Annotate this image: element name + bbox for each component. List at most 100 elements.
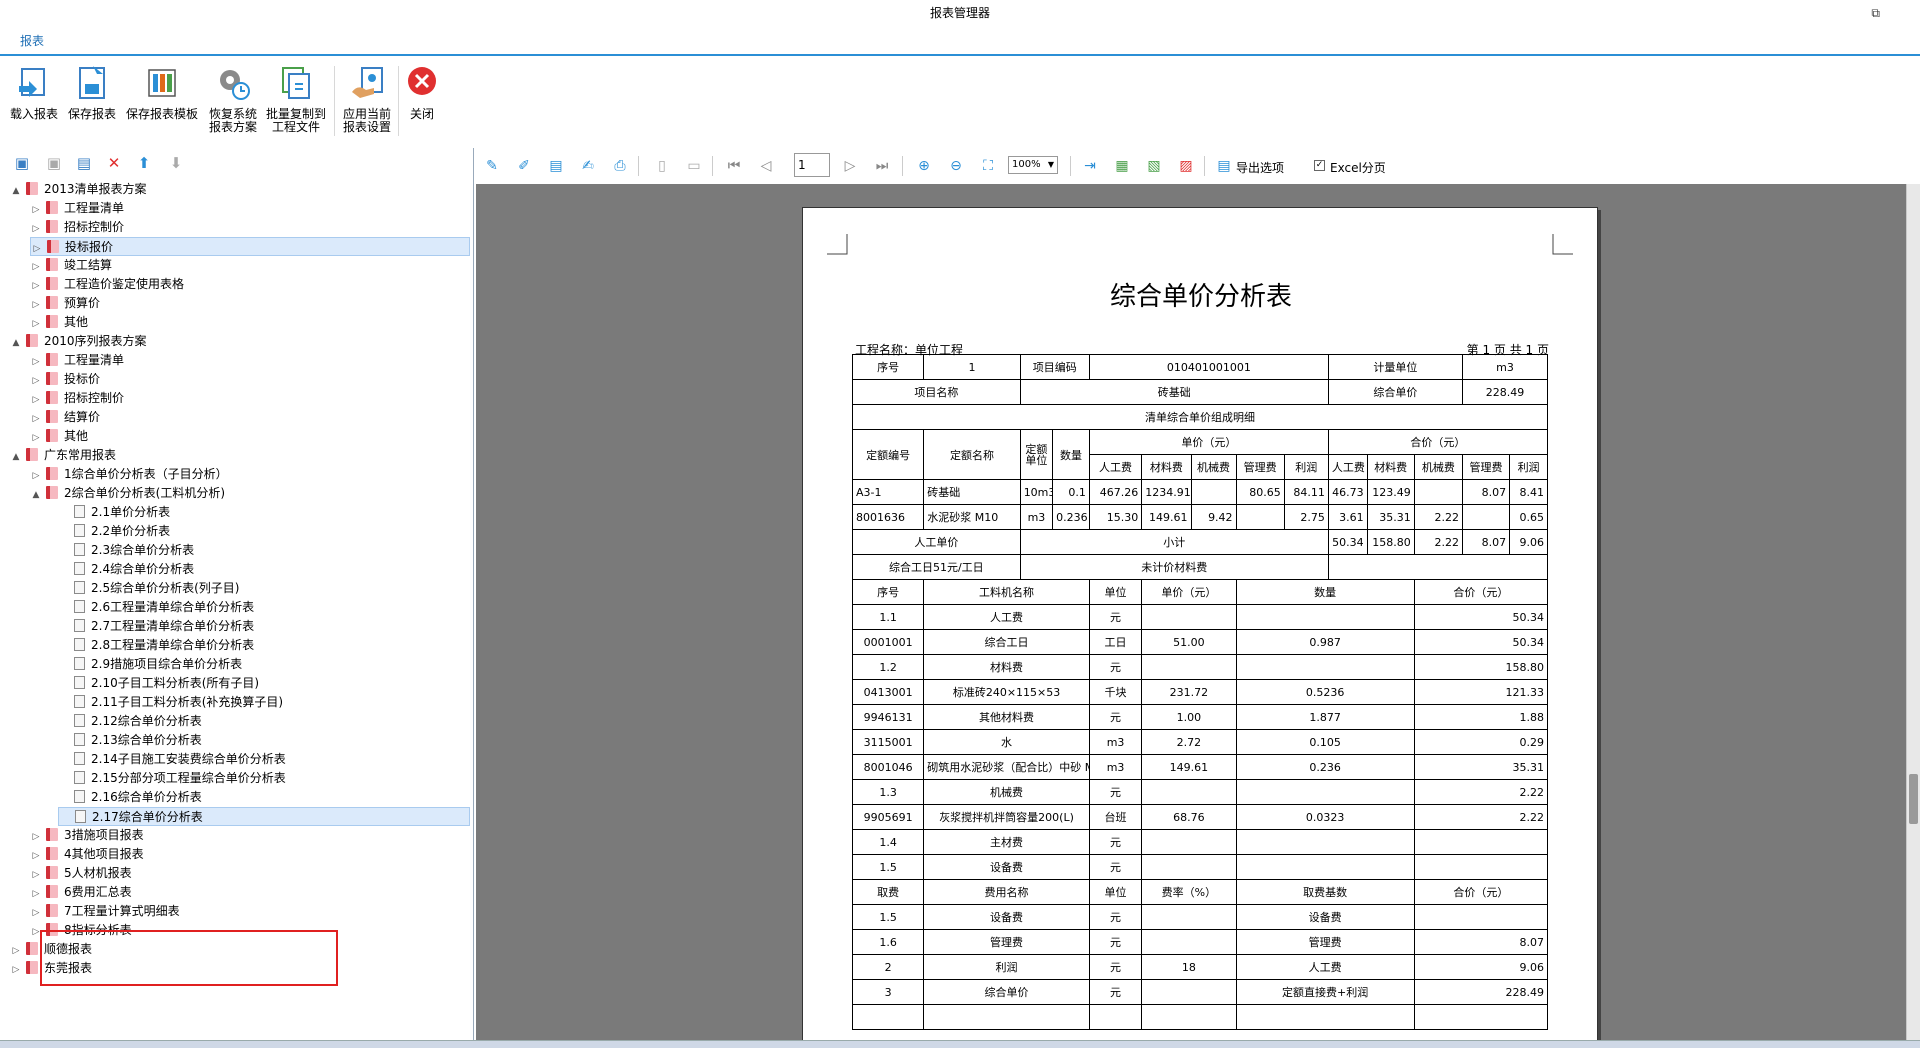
tree-item[interactable]: ▷ 6费用汇总表: [30, 883, 132, 902]
tree-item[interactable]: ▷ 其他: [30, 313, 88, 332]
collapse-arrow-icon[interactable]: ▲: [10, 182, 22, 201]
collapse-arrow-icon[interactable]: ▲: [30, 486, 42, 505]
tree-item[interactable]: 2.14子目施工安装费综合单价分析表: [58, 750, 286, 769]
tree-item[interactable]: ▷ 4其他项目报表: [30, 845, 144, 864]
add-folder-icon[interactable]: ▣: [14, 155, 30, 171]
page-number-input[interactable]: 1: [794, 153, 830, 177]
tree-item[interactable]: 2.8工程量清单综合单价分析表: [58, 636, 254, 655]
export-options-label[interactable]: 导出选项: [1236, 159, 1284, 176]
tree-item[interactable]: 2.1单价分析表: [58, 503, 170, 522]
tree-item[interactable]: ▷ 5人材机报表: [30, 864, 132, 883]
report-cell: 1.1: [851, 604, 925, 630]
tree-item[interactable]: ▷ 工程量清单: [30, 351, 124, 370]
report-cell: 0.1: [1052, 479, 1090, 505]
tree-item[interactable]: ▷ 竣工结算: [30, 256, 112, 275]
report-cell: 15.30: [1088, 504, 1143, 530]
report-cell: 123.49: [1366, 479, 1415, 505]
multi-page-icon[interactable]: ▭: [686, 158, 702, 174]
tree-item[interactable]: 2.5综合单价分析表(列子目): [58, 579, 239, 598]
tree-item[interactable]: 2.15分部分项工程量综合单价分析表: [58, 769, 286, 788]
report-cell: 1.5: [851, 854, 925, 880]
close-button[interactable]: 关闭: [402, 64, 442, 148]
tree-item[interactable]: 2.6工程量清单综合单价分析表: [58, 598, 254, 617]
move-up-icon[interactable]: ⬆: [136, 155, 152, 171]
tree-item[interactable]: ▲ 2013清单报表方案: [10, 180, 147, 199]
tree-item[interactable]: 2.4综合单价分析表: [58, 560, 194, 579]
tree-item[interactable]: ▷ 投标价: [30, 370, 100, 389]
report-cell: [1141, 929, 1237, 955]
last-page-icon[interactable]: ⏭: [874, 158, 890, 174]
tree-item[interactable]: ▷ 工程量清单: [30, 199, 124, 218]
report-cell: 管理费: [923, 929, 1090, 955]
excel-page-checkbox[interactable]: ✓: [1314, 160, 1325, 171]
add-report-icon[interactable]: ▣: [46, 155, 62, 171]
tab-report[interactable]: 报表: [10, 29, 54, 56]
report-cell: 定额编号: [851, 429, 925, 480]
move-down-icon[interactable]: ⬇: [168, 155, 184, 171]
tree-item[interactable]: 2.7工程量清单综合单价分析表: [58, 617, 254, 636]
report-cell: 元: [1088, 929, 1143, 955]
delete-icon[interactable]: ✕: [106, 155, 122, 171]
tree-item-label: 工程量清单: [64, 201, 125, 215]
tree-item[interactable]: 2.12综合单价分析表: [58, 712, 202, 731]
tree-item[interactable]: 2.16综合单价分析表: [58, 788, 202, 807]
tree-item[interactable]: ▷ 1综合单价分析表（子目分析）: [30, 465, 228, 484]
tree-item[interactable]: 2.10子目工料分析表(所有子目): [58, 674, 259, 693]
design-icon[interactable]: ✐: [516, 158, 532, 174]
tree-item[interactable]: ▷ 7工程量计算式明细表: [30, 902, 180, 921]
tree-item[interactable]: ▷ 招标控制价: [30, 218, 124, 237]
print-icon[interactable]: ⎙: [612, 158, 628, 174]
export-options-icon[interactable]: ▤: [1216, 158, 1232, 174]
zoom-in-icon[interactable]: ⊕: [916, 158, 932, 174]
export-icon[interactable]: ⇥: [1082, 158, 1098, 174]
tree-item[interactable]: ▷ 结算价: [30, 408, 100, 427]
report-cell: [1235, 854, 1415, 880]
tree-item[interactable]: ▷ 其他: [30, 427, 88, 446]
vertical-scrollbar[interactable]: [1906, 184, 1920, 1048]
restore-system-button[interactable]: 恢复系统 报表方案: [206, 64, 260, 148]
edit-icon[interactable]: ✎: [484, 158, 500, 174]
tree-item[interactable]: ▲ 2综合单价分析表(工料机分析): [30, 484, 225, 503]
tree-item[interactable]: ▷ 3措施项目报表: [30, 826, 144, 845]
apply-settings-button[interactable]: 应用当前 报表设置: [340, 64, 394, 148]
new-doc-icon[interactable]: ▤: [76, 155, 92, 171]
zoom-out-icon[interactable]: ⊖: [948, 158, 964, 174]
tree-item[interactable]: ▲ 广东常用报表: [10, 446, 116, 465]
report-book-icon: [46, 828, 58, 841]
export-sheet-icon[interactable]: ▧: [1146, 158, 1162, 174]
tree-item[interactable]: ▷ 招标控制价: [30, 389, 124, 408]
edit-doc-icon[interactable]: ✍: [580, 158, 596, 174]
tree-item[interactable]: 2.3综合单价分析表: [58, 541, 194, 560]
report-cell: 水泥砂浆 M10: [923, 504, 1021, 530]
report-cell: 2.22: [1413, 504, 1463, 530]
tree-item[interactable]: ▲ 2010序列报表方案: [10, 332, 147, 351]
expand-arrow-icon[interactable]: ▷: [10, 961, 22, 980]
tree-item[interactable]: 2.2单价分析表: [58, 522, 170, 541]
page-setup-icon[interactable]: ▤: [548, 158, 564, 174]
zoom-select[interactable]: 100% ▼: [1008, 156, 1058, 174]
batch-copy-button[interactable]: 批量复制到 工程文件: [264, 64, 328, 148]
save-report-button[interactable]: 保存报表: [66, 64, 118, 148]
single-page-icon[interactable]: ▯: [654, 158, 670, 174]
restore-icon[interactable]: ⧉: [1871, 0, 1880, 26]
tree-item[interactable]: ▷ 预算价: [30, 294, 100, 313]
tree-item[interactable]: ▷ 投标报价: [30, 237, 470, 256]
tree-item[interactable]: 2.13综合单价分析表: [58, 731, 202, 750]
scrollbar-thumb[interactable]: [1909, 774, 1918, 824]
collapse-arrow-icon[interactable]: ▲: [10, 448, 22, 467]
fit-page-icon[interactable]: ⛶: [980, 158, 996, 174]
tree-item[interactable]: 2.11子目工料分析表(补充换算子目): [58, 693, 283, 712]
export-excel-icon[interactable]: ▦: [1114, 158, 1130, 174]
tree-item[interactable]: 2.17综合单价分析表: [58, 807, 470, 826]
collapse-arrow-icon[interactable]: ▲: [10, 334, 22, 353]
prev-page-icon[interactable]: ◁: [758, 158, 774, 174]
report-cell: [1461, 504, 1511, 530]
report-doc-icon: [74, 771, 85, 784]
tree-item[interactable]: ▷ 工程造价鉴定使用表格: [30, 275, 184, 294]
next-page-icon[interactable]: ▷: [842, 158, 858, 174]
tree-item[interactable]: 2.9措施项目综合单价分析表: [58, 655, 242, 674]
first-page-icon[interactable]: ⏮: [726, 158, 742, 174]
save-template-button[interactable]: 保存报表模板: [124, 64, 200, 148]
load-report-button[interactable]: 载入报表: [8, 64, 60, 148]
export-pdf-icon[interactable]: ▨: [1178, 158, 1194, 174]
